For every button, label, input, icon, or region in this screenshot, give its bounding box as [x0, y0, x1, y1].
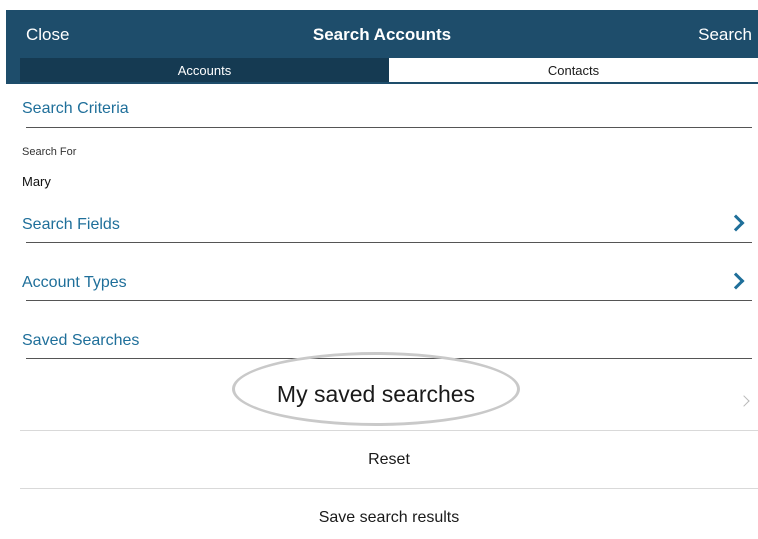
my-saved-searches-row[interactable]: My saved searches	[20, 352, 758, 430]
tab-contacts[interactable]: Contacts	[389, 58, 758, 82]
divider	[26, 242, 752, 243]
search-criteria-header: Search Criteria	[22, 100, 129, 117]
account-types-row[interactable]: Account Types	[20, 263, 752, 303]
divider	[20, 488, 758, 489]
save-search-results-button[interactable]: Save search results	[20, 509, 758, 527]
reset-button[interactable]: Reset	[20, 451, 758, 469]
chevron-right-icon	[727, 214, 745, 232]
chevron-right-icon	[727, 272, 745, 290]
search-for-label: Search For	[22, 146, 77, 158]
saved-searches-header: Saved Searches	[22, 332, 140, 349]
tab-accounts[interactable]: Accounts	[20, 58, 389, 82]
divider	[20, 430, 758, 431]
navigation-bar: Close Search Accounts Search	[6, 10, 758, 58]
search-fields-row[interactable]: Search Fields	[20, 205, 752, 245]
page-title: Search Accounts	[312, 25, 452, 44]
search-button[interactable]: Search	[698, 10, 752, 58]
chevron-right-icon	[738, 395, 750, 407]
account-types-label: Account Types	[22, 274, 127, 291]
search-fields-label: Search Fields	[22, 216, 120, 233]
segmented-control: Accounts Contacts	[6, 58, 758, 84]
my-saved-searches-label: My saved searches	[276, 381, 476, 407]
divider	[26, 127, 752, 128]
divider	[26, 300, 752, 301]
search-for-value[interactable]: Mary	[22, 174, 51, 189]
